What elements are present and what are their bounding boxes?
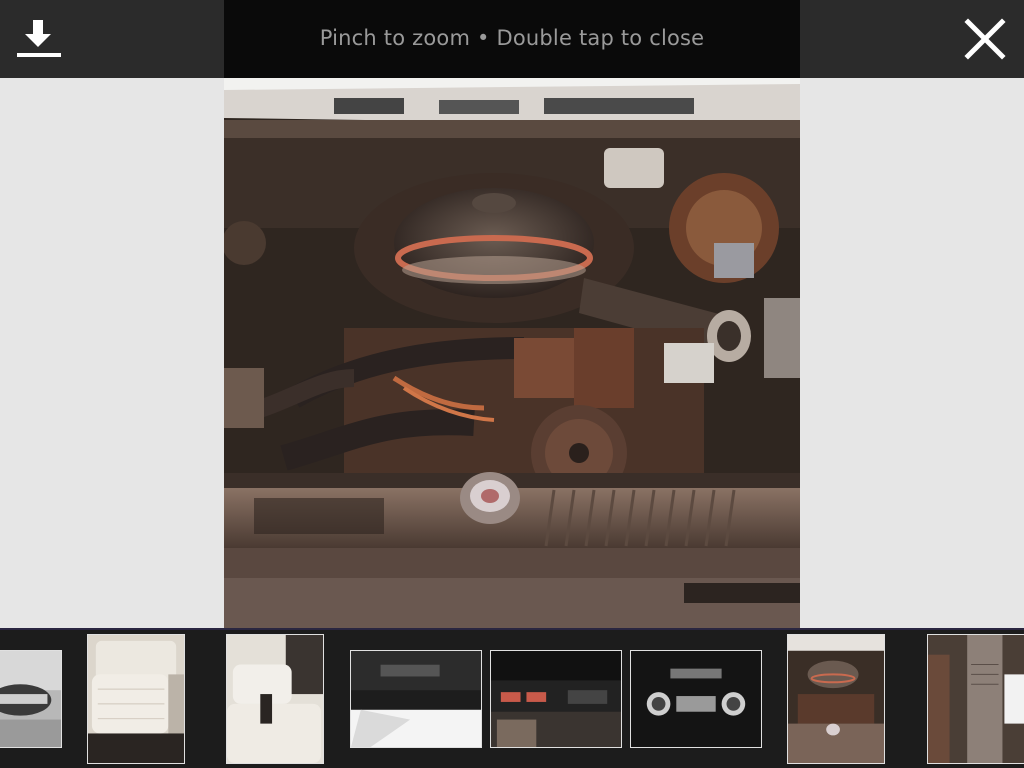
thumbnail-dashboard-console[interactable] <box>490 650 622 748</box>
image-viewer: Pinch to zoom • Double tap to close <box>0 0 1024 768</box>
download-button[interactable] <box>12 14 66 64</box>
close-button[interactable] <box>958 14 1012 64</box>
thumbnail-door-jamb-tag[interactable] <box>927 634 1024 764</box>
engine-bay-illustration <box>224 78 800 628</box>
thumbnail-filmstrip <box>0 628 1024 768</box>
thumbnail-dashboard-trunk[interactable] <box>350 650 482 748</box>
close-icon <box>964 18 1006 60</box>
thumbnail-dashboard-radio[interactable] <box>630 650 762 748</box>
zoom-hint-text: Pinch to zoom • Double tap to close <box>319 26 705 50</box>
thumbnail-front-seat[interactable] <box>226 634 324 764</box>
engine-bay-photo[interactable] <box>224 78 800 628</box>
download-icon <box>17 20 61 57</box>
thumbnail-engine-bay[interactable] <box>787 634 885 764</box>
thumbnail-rear-seat[interactable] <box>87 634 185 764</box>
thumbnail-car-front[interactable] <box>0 650 62 748</box>
